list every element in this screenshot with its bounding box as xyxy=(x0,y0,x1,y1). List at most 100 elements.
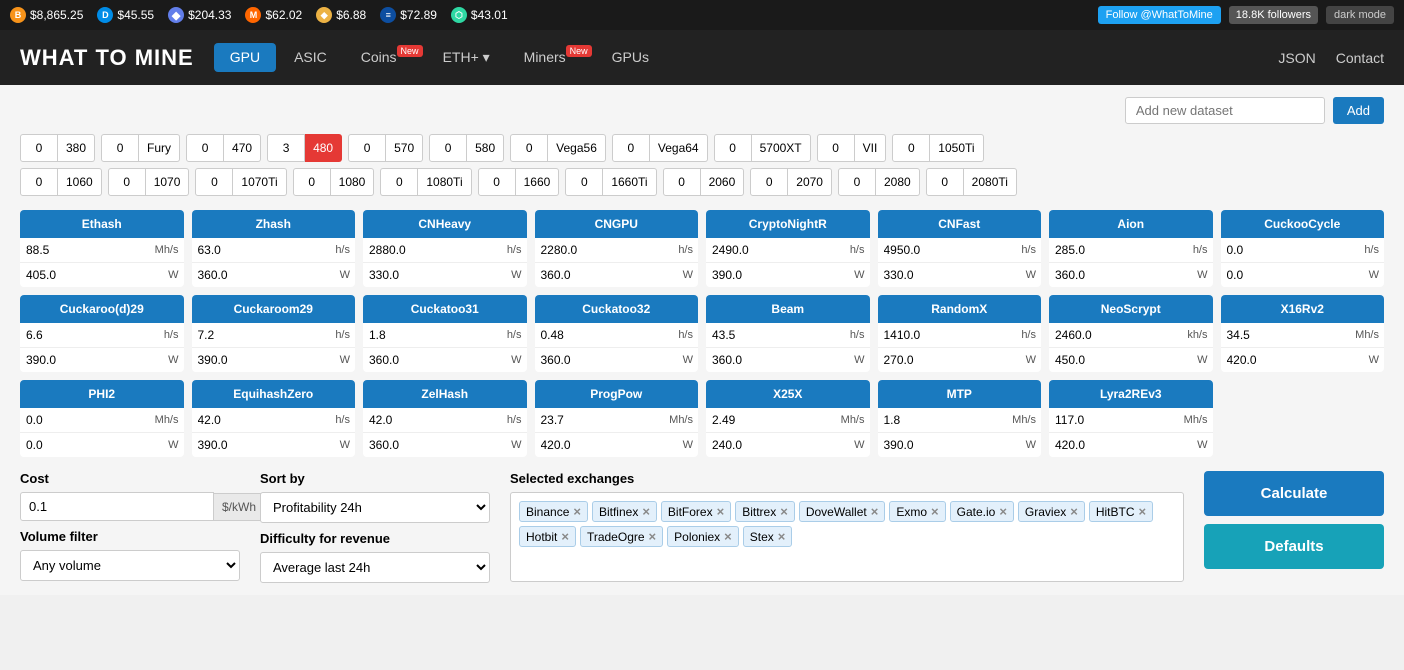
algo-power-input[interactable] xyxy=(706,433,852,457)
gpu-btn-2080ti[interactable]: 2080Ti xyxy=(964,168,1017,196)
algo-header-x16rv2[interactable]: X16Rv2 xyxy=(1221,295,1385,323)
algo-header-cryptonightr[interactable]: CryptoNightR xyxy=(706,210,870,238)
algo-power-input[interactable] xyxy=(1221,263,1367,287)
gpu-btn-5700xt[interactable]: 5700XT xyxy=(752,134,811,162)
algo-header-aion[interactable]: Aion xyxy=(1049,210,1213,238)
algo-power-input[interactable] xyxy=(192,348,338,372)
algo-power-input[interactable] xyxy=(1049,348,1195,372)
gpu-count-380[interactable] xyxy=(20,134,58,162)
algo-power-input[interactable] xyxy=(20,433,166,457)
gpu-btn-2060[interactable]: 2060 xyxy=(701,168,745,196)
calculate-button[interactable]: Calculate xyxy=(1204,471,1384,516)
exchange-remove-poloniex[interactable]: × xyxy=(724,529,732,544)
volume-select[interactable]: Any volume xyxy=(20,550,240,581)
algo-power-input[interactable] xyxy=(535,433,681,457)
algo-header-cngpu[interactable]: CNGPU xyxy=(535,210,699,238)
exchange-remove-tradeogre[interactable]: × xyxy=(649,529,657,544)
follow-button[interactable]: Follow @WhatToMine xyxy=(1098,6,1221,24)
exchange-remove-hitbtc[interactable]: × xyxy=(1139,504,1147,519)
algo-header-progpow[interactable]: ProgPow xyxy=(535,380,699,408)
difficulty-select[interactable]: Average last 24h xyxy=(260,552,490,583)
gpu-count-1070[interactable] xyxy=(108,168,146,196)
dark-mode-button[interactable]: dark mode xyxy=(1326,6,1394,24)
dataset-input[interactable] xyxy=(1125,97,1325,124)
gpu-count-vega56[interactable] xyxy=(510,134,548,162)
algo-hashrate-input[interactable] xyxy=(363,323,505,347)
algo-header-lyra2rev3[interactable]: Lyra2REv3 xyxy=(1049,380,1213,408)
tab-asic[interactable]: ASIC xyxy=(278,43,343,72)
algo-power-input[interactable] xyxy=(535,348,681,372)
gpu-count-2060[interactable] xyxy=(663,168,701,196)
exchange-remove-stex[interactable]: × xyxy=(778,529,786,544)
algo-header-x25x[interactable]: X25X xyxy=(706,380,870,408)
sort-select[interactable]: Profitability 24h xyxy=(260,492,490,523)
algo-header-cuckatoo31[interactable]: Cuckatoo31 xyxy=(363,295,527,323)
algo-header-cnfast[interactable]: CNFast xyxy=(878,210,1042,238)
exchange-remove-bitfinex[interactable]: × xyxy=(642,504,650,519)
algo-hashrate-input[interactable] xyxy=(535,238,677,262)
algo-power-input[interactable] xyxy=(878,348,1024,372)
algo-hashrate-input[interactable] xyxy=(1049,238,1191,262)
algo-power-input[interactable] xyxy=(1049,433,1195,457)
algo-hashrate-input[interactable] xyxy=(706,238,848,262)
algo-header-cuckatoo32[interactable]: Cuckatoo32 xyxy=(535,295,699,323)
gpu-btn-vega64[interactable]: Vega64 xyxy=(650,134,708,162)
algo-hashrate-input[interactable] xyxy=(535,408,668,432)
algo-header-randomx[interactable]: RandomX xyxy=(878,295,1042,323)
defaults-button[interactable]: Defaults xyxy=(1204,524,1384,569)
exchange-remove-dovewallet[interactable]: × xyxy=(871,504,879,519)
tab-gpu[interactable]: GPU xyxy=(214,43,276,72)
gpu-count-1070ti[interactable] xyxy=(195,168,233,196)
gpu-count-2080[interactable] xyxy=(838,168,876,196)
cost-input[interactable] xyxy=(20,492,214,521)
tab-gpus[interactable]: GPUs xyxy=(596,43,665,72)
algo-hashrate-input[interactable] xyxy=(878,408,1011,432)
gpu-btn-1060[interactable]: 1060 xyxy=(58,168,102,196)
add-dataset-button[interactable]: Add xyxy=(1333,97,1384,124)
gpu-btn-2070[interactable]: 2070 xyxy=(788,168,832,196)
algo-header-mtp[interactable]: MTP xyxy=(878,380,1042,408)
gpu-btn-1070ti[interactable]: 1070Ti xyxy=(233,168,286,196)
gpu-count-580[interactable] xyxy=(429,134,467,162)
algo-hashrate-input[interactable] xyxy=(363,408,505,432)
algo-hashrate-input[interactable] xyxy=(706,408,839,432)
algo-hashrate-input[interactable] xyxy=(192,323,334,347)
algo-hashrate-input[interactable] xyxy=(20,323,162,347)
algo-hashrate-input[interactable] xyxy=(878,238,1020,262)
gpu-btn-470[interactable]: 470 xyxy=(224,134,261,162)
gpu-btn-vega56[interactable]: Vega56 xyxy=(548,134,606,162)
algo-hashrate-input[interactable] xyxy=(878,323,1020,347)
algo-header-cuckoocycle[interactable]: CuckooCycle xyxy=(1221,210,1385,238)
algo-header-cuckaroo-d-29[interactable]: Cuckaroo(d)29 xyxy=(20,295,184,323)
gpu-btn-380[interactable]: 380 xyxy=(58,134,95,162)
gpu-count-2070[interactable] xyxy=(750,168,788,196)
algo-hashrate-input[interactable] xyxy=(706,323,848,347)
gpu-count-1660[interactable] xyxy=(478,168,516,196)
gpu-btn-vii[interactable]: VII xyxy=(855,134,887,162)
algo-power-input[interactable] xyxy=(706,348,852,372)
algo-hashrate-input[interactable] xyxy=(20,238,153,262)
algo-hashrate-input[interactable] xyxy=(1221,323,1354,347)
algo-header-zelhash[interactable]: ZelHash xyxy=(363,380,527,408)
nav-contact[interactable]: Contact xyxy=(1336,50,1384,66)
algo-hashrate-input[interactable] xyxy=(1221,238,1363,262)
gpu-btn-580[interactable]: 580 xyxy=(467,134,504,162)
algo-power-input[interactable] xyxy=(363,433,509,457)
gpu-count-1080[interactable] xyxy=(293,168,331,196)
gpu-btn-1080ti[interactable]: 1080Ti xyxy=(418,168,471,196)
tab-coins[interactable]: Coins New xyxy=(345,43,425,72)
gpu-btn-570[interactable]: 570 xyxy=(386,134,423,162)
gpu-count-vii[interactable] xyxy=(817,134,855,162)
gpu-count-vega64[interactable] xyxy=(612,134,650,162)
nav-json[interactable]: JSON xyxy=(1278,50,1315,66)
gpu-btn-1050ti[interactable]: 1050Ti xyxy=(930,134,983,162)
gpu-count-480[interactable] xyxy=(267,134,305,162)
exchange-remove-graviex[interactable]: × xyxy=(1070,504,1078,519)
gpu-count-2080ti[interactable] xyxy=(926,168,964,196)
algo-header-ethash[interactable]: Ethash xyxy=(20,210,184,238)
algo-hashrate-input[interactable] xyxy=(1049,323,1185,347)
algo-header-beam[interactable]: Beam xyxy=(706,295,870,323)
algo-power-input[interactable] xyxy=(878,433,1024,457)
algo-power-input[interactable] xyxy=(192,263,338,287)
gpu-count-570[interactable] xyxy=(348,134,386,162)
